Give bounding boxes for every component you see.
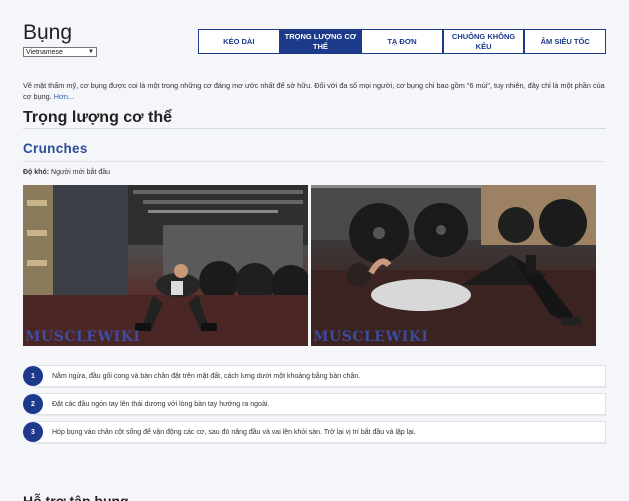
step-text: Hóp bụng vào chân cột sống để vận động c… (52, 428, 416, 436)
tab-kettlebells[interactable]: CHUÔNG KHÔNG KÊU (444, 30, 526, 53)
step-text: Đặt các đầu ngón tay lên thái dương với … (52, 400, 270, 408)
step-list: 1 Nằm ngửa, đầu gối cong và bàn chân đặt… (23, 365, 606, 449)
watermark-logo: MUSCLEWIKI (25, 329, 141, 345)
tab-yoga[interactable]: ÂM SIÊU TỐC (525, 30, 605, 53)
tab-dumbbells[interactable]: TẠ ĐƠN (362, 30, 444, 53)
language-select-value: Vietnamese (26, 48, 63, 56)
gym-scene-start (23, 185, 308, 346)
language-select[interactable]: Vietnamese ▼ (23, 47, 97, 57)
read-more-link[interactable]: Hơn... (54, 92, 74, 101)
section-divider (23, 128, 606, 129)
chevron-down-icon: ▼ (88, 49, 94, 55)
exercise-title: Crunches (23, 141, 88, 156)
tab-bodyweight[interactable]: TRỌNG LƯỢNG CƠ THỂ (280, 30, 363, 53)
step-number-badge: 1 (23, 366, 43, 386)
difficulty-label: Độ khó: (23, 169, 50, 176)
watermark-logo: MUSCLEWIKI (313, 329, 429, 345)
exercise-image-end: MUSCLEWIKI (311, 185, 596, 346)
intro-paragraph: Về mặt thẩm mỹ, cơ bụng được coi là một … (23, 80, 606, 103)
next-section-title: Hỗ trợ tập bụng (23, 493, 129, 501)
page-title: Bụng (23, 21, 73, 44)
difficulty: Độ khó: Người mới bắt đầu (23, 169, 110, 176)
exercise-divider (23, 161, 606, 162)
intro-text: Về mặt thẩm mỹ, cơ bụng được coi là một … (23, 81, 605, 102)
step-number-badge: 3 (23, 422, 43, 442)
section-title: Trọng lượng cơ thể (23, 109, 172, 126)
step-text: Nằm ngửa, đầu gối cong và bàn chân đặt t… (52, 372, 361, 380)
step-item: 1 Nằm ngửa, đầu gối cong và bàn chân đặt… (23, 365, 606, 387)
step-item: 3 Hóp bụng vào chân cột sống để vận động… (23, 421, 606, 443)
difficulty-value: Người mới bắt đầu (51, 169, 111, 176)
category-tabs: KÉO DÀI TRỌNG LƯỢNG CƠ THỂ TẠ ĐƠN CHUÔNG… (198, 29, 606, 54)
step-number-badge: 2 (23, 394, 43, 414)
tab-stretches[interactable]: KÉO DÀI (199, 30, 281, 53)
step-item: 2 Đặt các đầu ngón tay lên thái dương vớ… (23, 393, 606, 415)
gym-scene-end (311, 185, 596, 346)
exercise-image-start: MUSCLEWIKI (23, 185, 308, 346)
